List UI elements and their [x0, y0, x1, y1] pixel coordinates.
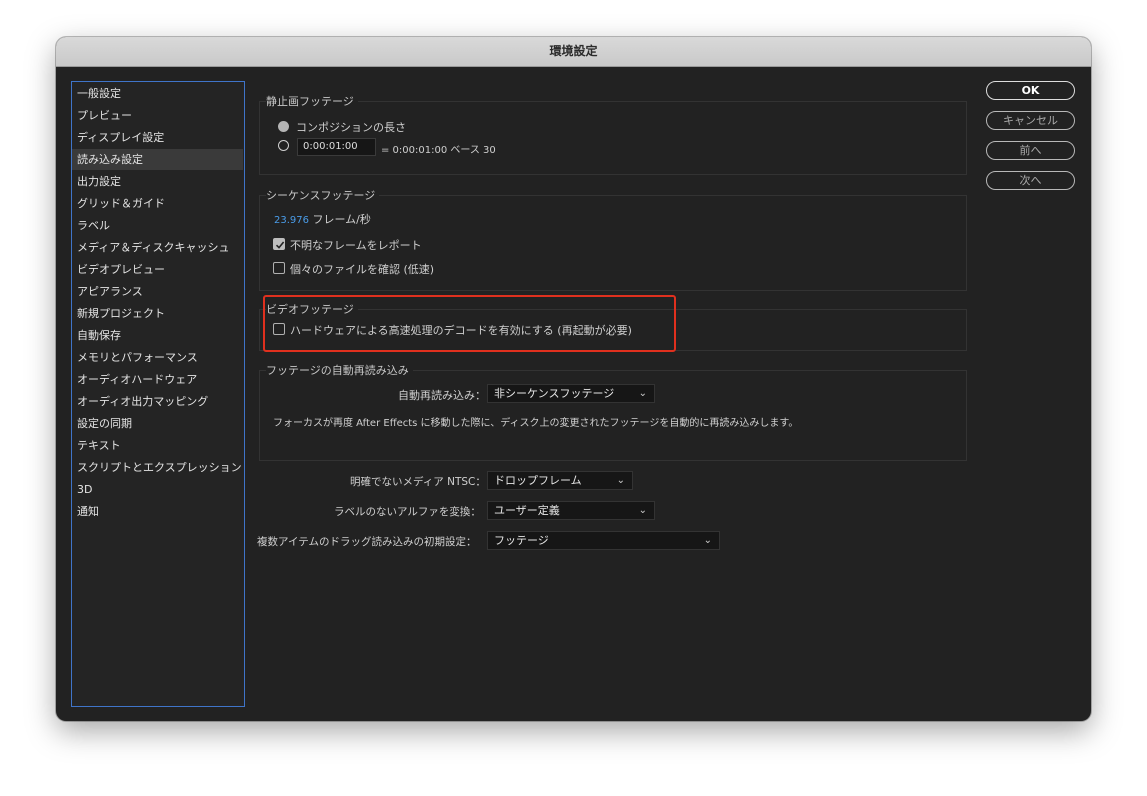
alpha-select[interactable]: ユーザー定義 ⌄ [487, 501, 655, 520]
duration-radio[interactable] [278, 140, 289, 151]
sidebar-item[interactable]: 3D [72, 479, 243, 500]
drag-import-value: フッテージ [494, 534, 549, 547]
preferences-window: 環境設定 一般設定 プレビュー ディスプレイ設定 読み込み設定 出力設定 グリッド＆ガイド… [56, 37, 1091, 721]
sidebar-item[interactable]: オーディオハードウェア [72, 369, 243, 390]
duration-field[interactable]: 0:00:01:00 [297, 138, 376, 156]
sidebar-item[interactable]: アピアランス [72, 281, 243, 302]
auto-reload-title: フッテージの自動再読み込み [266, 362, 413, 378]
checkmark-icon [275, 241, 285, 249]
ntsc-value: ドロップフレーム [494, 474, 582, 487]
fps-value[interactable]: 23.976 [274, 215, 309, 226]
report-missing-checkbox[interactable] [273, 238, 285, 250]
window-title: 環境設定 [56, 37, 1091, 67]
drag-import-label: 複数アイテムのドラッグ読み込みの初期設定： [257, 536, 477, 548]
sidebar-item[interactable]: ラベル [72, 215, 243, 236]
drag-import-select[interactable]: フッテージ ⌄ [487, 531, 720, 550]
auto-reload-select[interactable]: 非シーケンスフッテージ ⌄ [487, 384, 655, 403]
sidebar-item[interactable]: ディスプレイ設定 [72, 127, 243, 148]
sidebar-item[interactable]: テキスト [72, 435, 243, 456]
chevron-down-icon: ⌄ [638, 505, 647, 516]
sidebar-item[interactable]: プレビュー [72, 105, 243, 126]
sidebar-item[interactable]: メディア＆ディスクキャッシュ [72, 237, 243, 258]
ntsc-select[interactable]: ドロップフレーム ⌄ [487, 471, 633, 490]
sidebar-item[interactable]: 設定の同期 [72, 413, 243, 434]
comp-length-label: コンポジションの長さ [296, 121, 406, 134]
sequence-footage-title: シーケンスフッテージ [266, 187, 380, 203]
verify-files-label: 個々のファイルを確認 (低速) [290, 263, 435, 276]
chevron-down-icon: ⌄ [638, 388, 647, 399]
sidebar-item[interactable]: メモリとパフォーマンス [72, 347, 243, 368]
sidebar-item[interactable]: 通知 [72, 501, 243, 522]
auto-reload-description: フォーカスが再度 After Effects に移動した際に、ディスク上の変更さ… [273, 418, 799, 429]
highlight-box [263, 295, 676, 352]
sidebar-item[interactable]: グリッド＆ガイド [72, 193, 243, 214]
ntsc-label: 明確でないメディア NTSC： [350, 476, 486, 488]
duration-equals-text: = 0:00:01:00 ベース 30 [381, 145, 496, 156]
sidebar-item[interactable]: 読み込み設定 [72, 149, 243, 170]
sidebar-item[interactable]: オーディオ出力マッピング [72, 391, 243, 412]
chevron-down-icon: ⌄ [703, 535, 712, 546]
still-footage-title: 静止画フッテージ [266, 93, 358, 109]
sidebar-item[interactable]: 自動保存 [72, 325, 243, 346]
ok-button[interactable]: OK [986, 81, 1075, 100]
sidebar-item[interactable]: 一般設定 [72, 83, 243, 104]
sidebar-item[interactable]: ビデオプレビュー [72, 259, 243, 280]
comp-length-radio[interactable] [278, 121, 289, 132]
report-missing-label: 不明なフレームをレポート [290, 239, 422, 252]
verify-files-checkbox[interactable] [273, 262, 285, 274]
sidebar-item[interactable]: スクリプトとエクスプレッション [72, 457, 243, 478]
fps-row: 23.976 フレーム/秒 [274, 211, 371, 227]
sidebar: 一般設定 プレビュー ディスプレイ設定 読み込み設定 出力設定 グリッド＆ガイド ラベル メデ… [71, 81, 245, 707]
previous-button[interactable]: 前へ [986, 141, 1075, 160]
sidebar-item[interactable]: 新規プロジェクト [72, 303, 243, 324]
auto-reload-label: 自動再読み込み： [398, 389, 486, 402]
fps-unit: フレーム/秒 [312, 213, 371, 226]
alpha-label: ラベルのないアルファを変換： [334, 506, 481, 518]
sidebar-item[interactable]: 出力設定 [72, 171, 243, 192]
chevron-down-icon: ⌄ [616, 475, 625, 486]
auto-reload-value: 非シーケンスフッテージ [494, 387, 615, 400]
next-button[interactable]: 次へ [986, 171, 1075, 190]
alpha-value: ユーザー定義 [494, 504, 560, 517]
cancel-button[interactable]: キャンセル [986, 111, 1075, 130]
